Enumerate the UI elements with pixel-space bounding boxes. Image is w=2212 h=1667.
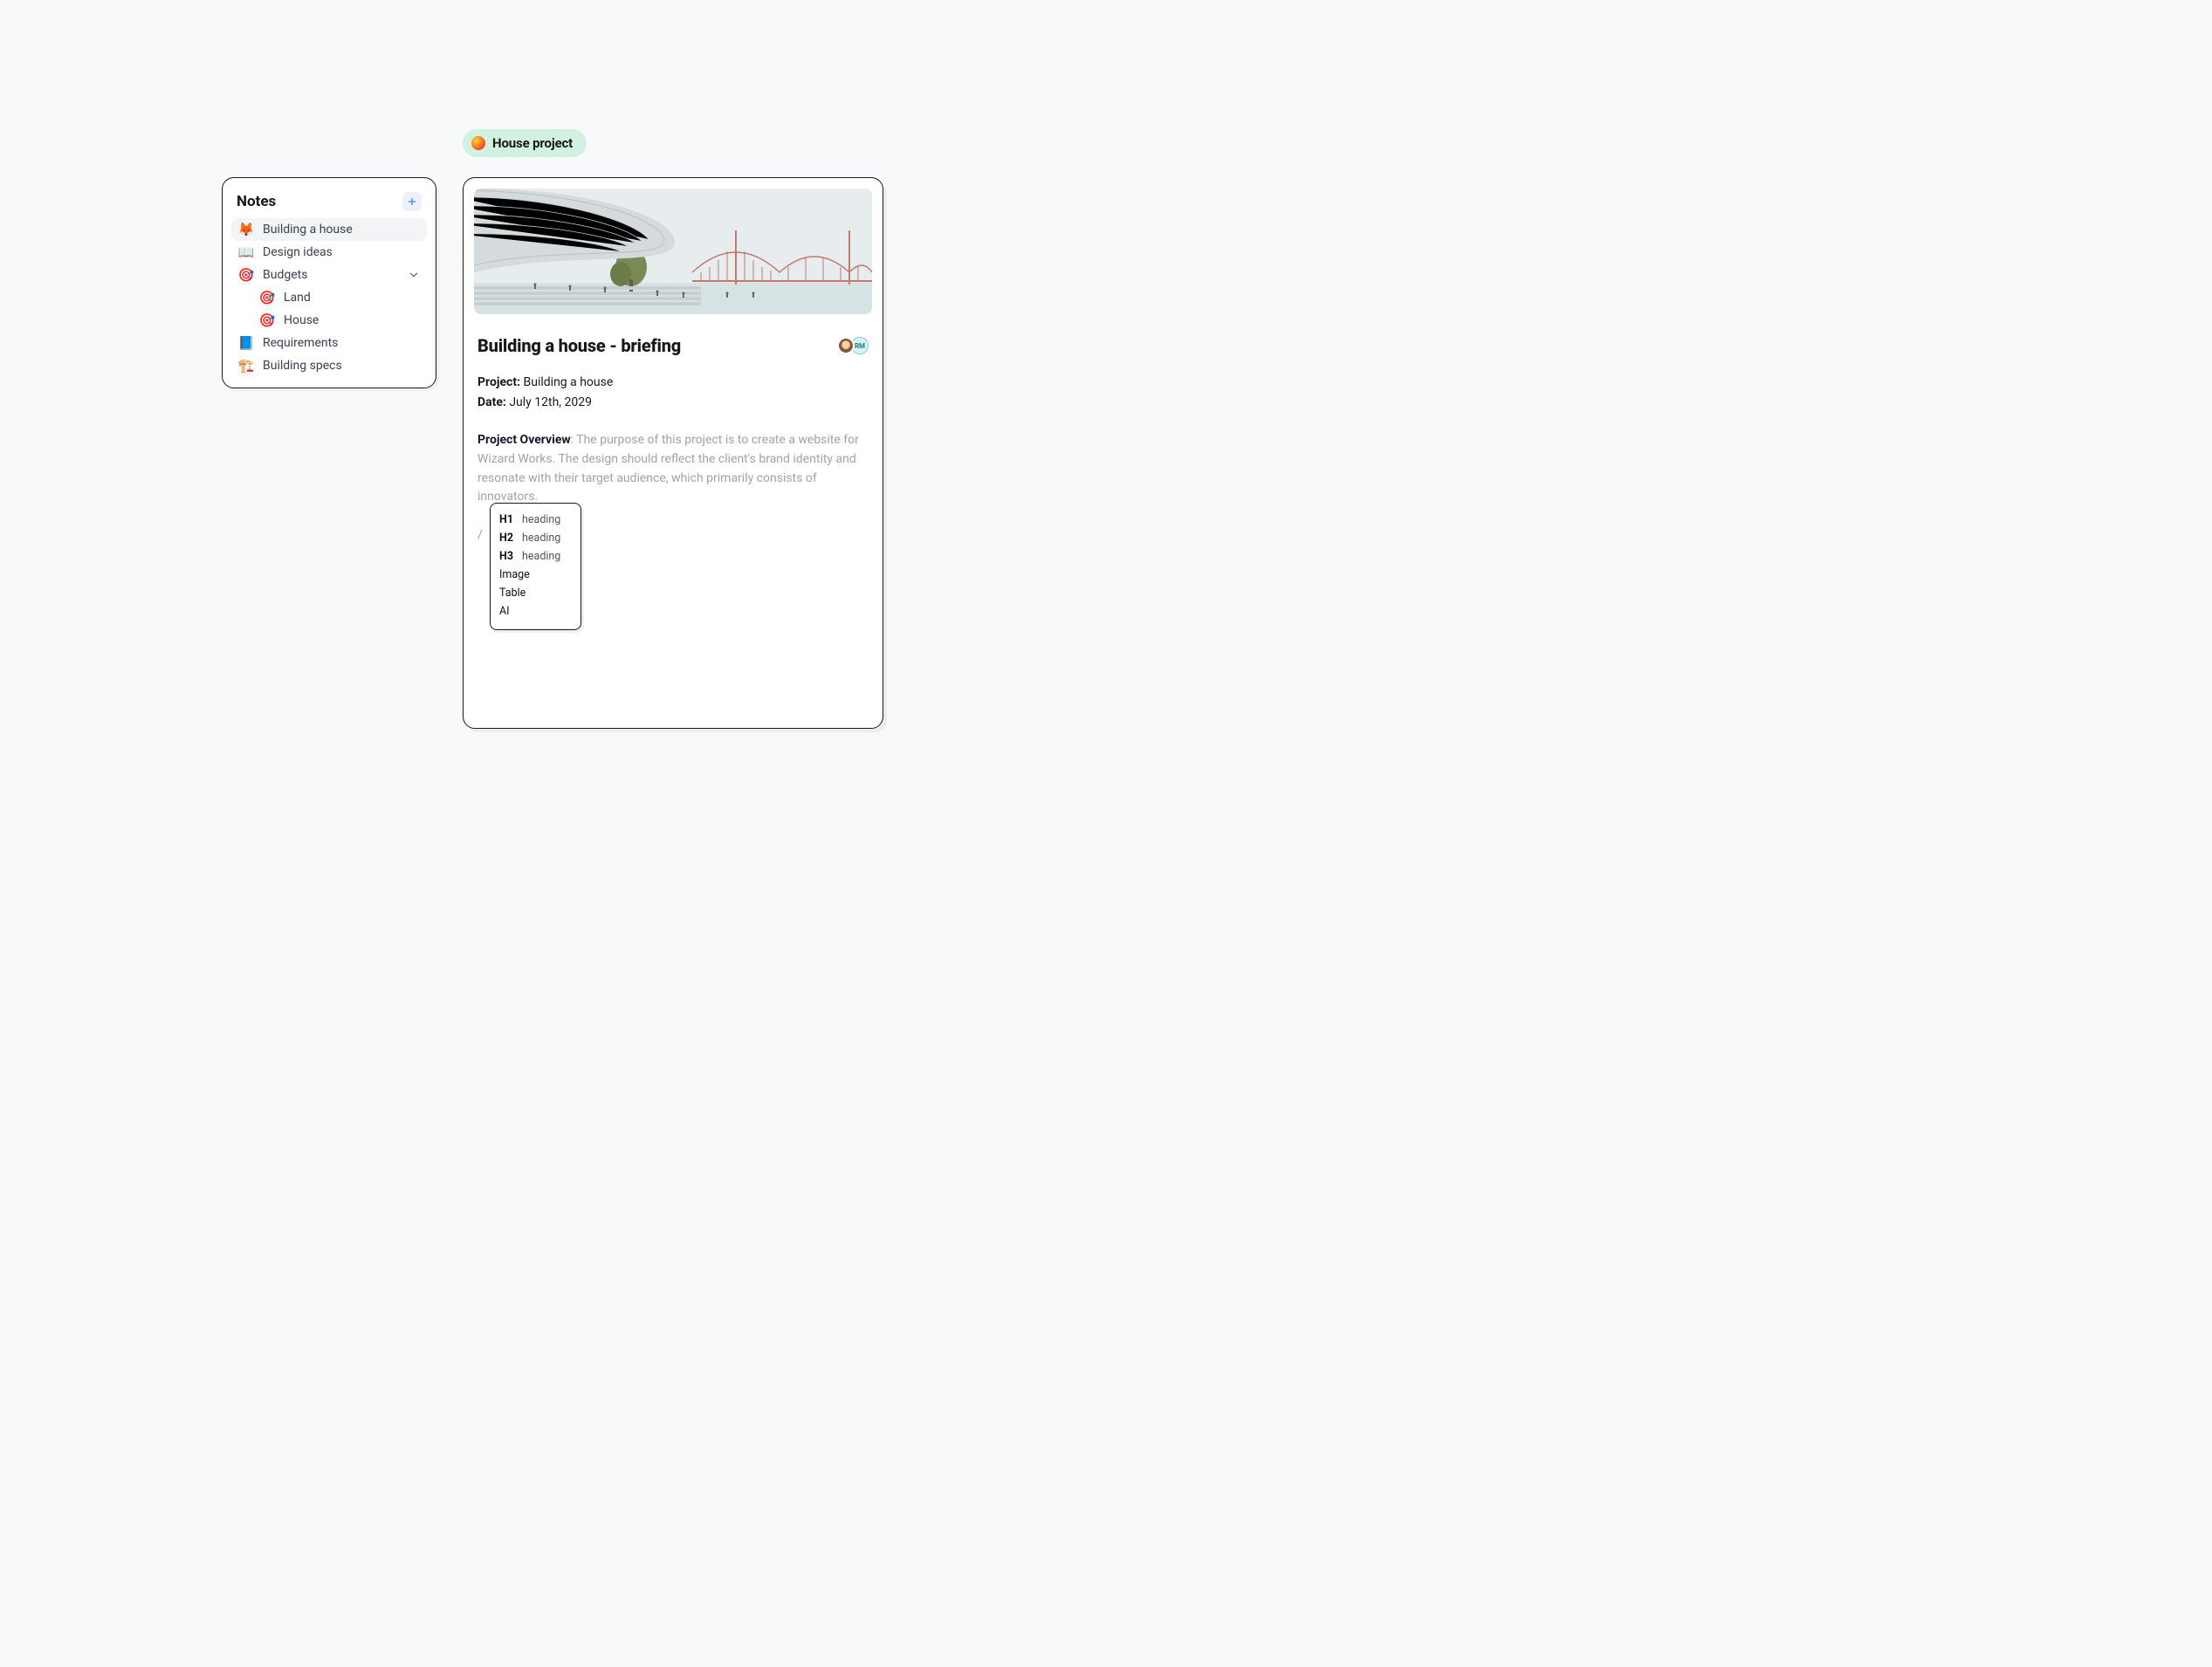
menu-ai-label: AI (499, 605, 510, 618)
meta-project-key: Project: (477, 375, 520, 389)
menu-h3-label: heading (522, 550, 560, 563)
plus-icon (407, 196, 417, 207)
menu-h2-prefix: H2 (499, 532, 517, 545)
note-label: Land (284, 291, 311, 305)
menu-item-h3[interactable]: H3 heading (499, 547, 572, 566)
add-note-button[interactable] (402, 192, 422, 211)
menu-item-table[interactable]: Table (499, 584, 572, 602)
notes-tree: 🦊 Building a house 📖 Design ideas 🎯 Budg… (231, 218, 427, 377)
meta-project-value: Building a house (524, 375, 614, 389)
cover-image (474, 189, 872, 314)
notebook-icon: 📘 (238, 335, 254, 351)
note-label: Building specs (263, 359, 342, 373)
notes-title: Notes (237, 193, 276, 210)
note-item-building-a-house[interactable]: 🦊 Building a house (231, 218, 427, 241)
note-label: Requirements (263, 336, 338, 350)
note-item-budgets[interactable]: 🎯 Budgets (231, 264, 427, 286)
note-item-design-ideas[interactable]: 📖 Design ideas (231, 241, 427, 264)
book-open-icon: 📖 (238, 244, 254, 260)
architecture-illustration-icon (474, 189, 872, 314)
document-title: Building a house - briefing (477, 335, 681, 356)
overview-key: Project Overview (477, 433, 571, 447)
chevron-down-icon[interactable] (408, 269, 420, 281)
avatar-photo[interactable] (837, 337, 855, 354)
menu-image-label: Image (499, 568, 530, 581)
project-name: House project (492, 135, 573, 151)
document-panel: Building a house - briefing RM Project: … (463, 177, 883, 729)
target-icon: 🎯 (238, 267, 254, 283)
menu-h1-prefix: H1 (499, 513, 517, 526)
project-color-icon (471, 136, 485, 150)
menu-table-label: Table (499, 587, 526, 600)
meta-date-value: July 12th, 2029 (509, 395, 592, 409)
menu-item-h2[interactable]: H2 heading (499, 529, 572, 547)
slash-command-menu: H1 heading H2 heading H3 heading Image T… (490, 503, 581, 630)
project-pill[interactable]: House project (463, 129, 587, 157)
note-item-house[interactable]: 🎯 House (231, 309, 427, 332)
menu-item-image[interactable]: Image (499, 566, 572, 584)
note-label: Design ideas (263, 245, 333, 259)
menu-h1-label: heading (522, 513, 560, 526)
note-item-requirements[interactable]: 📘 Requirements (231, 332, 427, 354)
menu-h2-label: heading (522, 532, 560, 545)
collaborators[interactable]: RM (837, 337, 869, 354)
construction-icon: 🏗️ (238, 358, 254, 374)
menu-item-ai[interactable]: AI (499, 602, 572, 621)
note-item-building-specs[interactable]: 🏗️ Building specs (231, 354, 427, 377)
note-label: Building a house (263, 223, 353, 237)
project-overview[interactable]: Project Overview: The purpose of this pr… (477, 431, 869, 507)
meta-date-key: Date: (477, 395, 506, 409)
document-meta: Project: Building a house Date: July 12t… (477, 374, 869, 412)
note-label: House (284, 313, 319, 327)
notes-panel: Notes 🦊 Building a house 📖 Design ideas … (222, 177, 436, 388)
target-icon: 🎯 (259, 290, 275, 305)
note-label: Budgets (263, 268, 307, 282)
note-item-land[interactable]: 🎯 Land (231, 286, 427, 309)
fox-icon: 🦊 (238, 222, 254, 237)
menu-item-h1[interactable]: H1 heading (499, 511, 572, 529)
menu-h3-prefix: H3 (499, 550, 517, 563)
target-icon: 🎯 (259, 312, 275, 328)
